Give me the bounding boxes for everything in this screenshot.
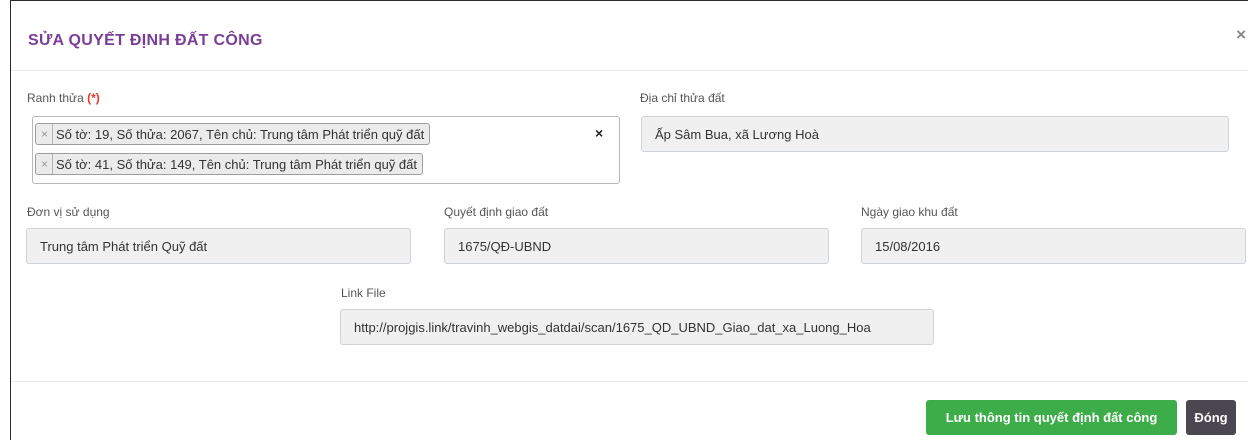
quyet-dinh-value: 1675/QĐ-UBND	[458, 238, 552, 254]
ngay-giao-field[interactable]: 15/08/2016	[861, 228, 1246, 264]
quyet-dinh-label: Quyết định giao đất	[444, 205, 549, 219]
link-file-label: Link File	[341, 286, 386, 300]
don-vi-field[interactable]: Trung tâm Phát triển Quỹ đất	[26, 228, 411, 264]
link-file-field[interactable]: http://projgis.link/travinh_webgis_datda…	[340, 309, 934, 345]
tag-divider	[52, 154, 54, 174]
selected-parcel-tag: × Số tờ: 19, Số thửa: 2067, Tên chủ: Tru…	[35, 123, 431, 145]
required-mark: (*)	[87, 91, 100, 105]
clear-selection-icon[interactable]: ×	[595, 125, 603, 141]
footer-divider	[11, 381, 1248, 382]
ngay-giao-label: Ngày giao khu đất	[861, 205, 958, 219]
close-icon[interactable]: ×	[1236, 25, 1246, 45]
ranh-thua-label-text: Ranh thửa	[27, 91, 84, 105]
close-button[interactable]: Đóng	[1186, 400, 1236, 435]
remove-tag-icon[interactable]: ×	[36, 127, 52, 141]
tag-label: Số tờ: 19, Số thửa: 2067, Tên chủ: Trung…	[56, 126, 425, 142]
dia-chi-label: Địa chỉ thửa đất	[640, 91, 725, 105]
quyet-dinh-field[interactable]: 1675/QĐ-UBND	[444, 228, 829, 264]
tag-label: Số tờ: 41, Số thửa: 149, Tên chủ: Trung …	[56, 156, 417, 172]
ngay-giao-value: 15/08/2016	[875, 238, 941, 254]
edit-decision-modal: SỬA QUYẾT ĐỊNH ĐẤT CÔNG × Ranh thửa (*) …	[10, 0, 1248, 440]
link-file-value: http://projgis.link/travinh_webgis_datda…	[354, 319, 871, 335]
save-decision-button[interactable]: Lưu thông tin quyết định đất công	[926, 400, 1177, 435]
dia-chi-field[interactable]: Ấp Sâm Bua, xã Lương Hoà	[641, 116, 1229, 152]
ranh-thua-label: Ranh thửa (*)	[27, 91, 100, 105]
don-vi-label: Đơn vị sử dụng	[27, 205, 110, 219]
dia-chi-value: Ấp Sâm Bua, xã Lương Hoà	[655, 126, 819, 142]
tag-divider	[52, 124, 54, 144]
modal-title: SỬA QUYẾT ĐỊNH ĐẤT CÔNG	[28, 32, 263, 49]
selected-parcel-tag: × Số tờ: 41, Số thửa: 149, Tên chủ: Trun…	[35, 153, 423, 175]
remove-tag-icon[interactable]: ×	[36, 157, 52, 171]
ranh-thua-multiselect[interactable]: × Số tờ: 19, Số thửa: 2067, Tên chủ: Tru…	[32, 116, 620, 184]
don-vi-value: Trung tâm Phát triển Quỹ đất	[40, 238, 208, 254]
modal-header: SỬA QUYẾT ĐỊNH ĐẤT CÔNG ×	[11, 1, 1248, 71]
